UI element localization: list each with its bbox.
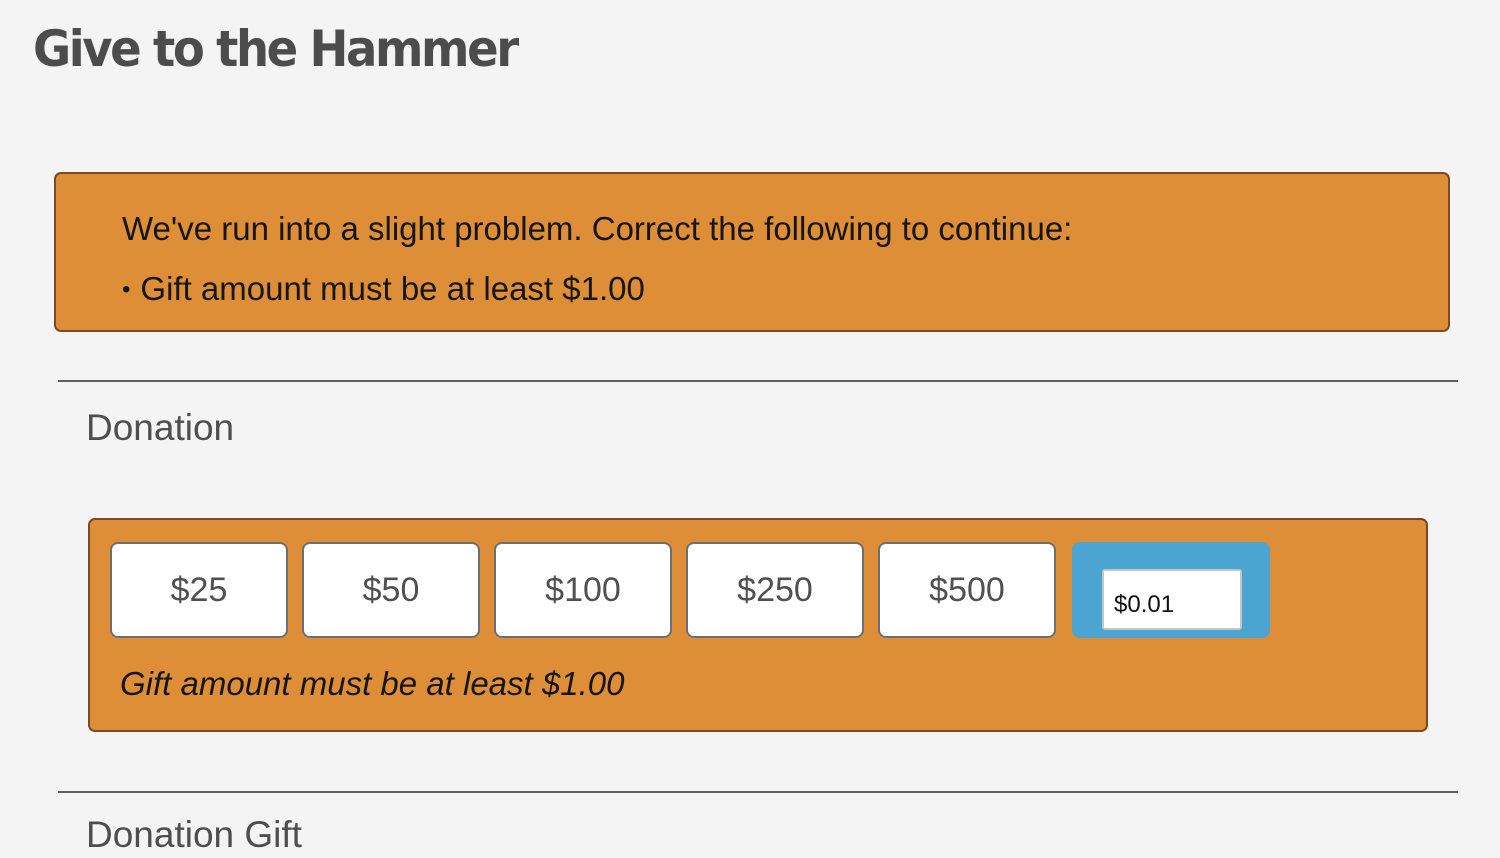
amount-option-250-button[interactable]: $250 [686,542,864,638]
amount-selector: $25 $50 $100 $250 $500 Gift amount must … [88,518,1428,732]
amount-option-500-button[interactable]: $500 [878,542,1056,638]
amount-option-100-button[interactable]: $100 [494,542,672,638]
error-summary-heading: We've run into a slight problem. Correct… [122,210,1073,247]
bullet-icon: • [122,276,131,303]
donation-gift-section-heading: Donation Gift [86,814,302,855]
error-summary-item-text: Gift amount must be at least $1.00 [140,270,645,307]
error-summary: We've run into a slight problem. Correct… [54,172,1450,332]
error-summary-list: • Gift amount must be at least $1.00 [122,269,1448,310]
page-title: Give to the Hammer [33,20,519,78]
section-divider [58,791,1458,793]
section-divider [58,380,1458,382]
amount-option-25-button[interactable]: $25 [110,542,288,638]
other-amount-option[interactable] [1072,542,1270,638]
amount-option-50-button[interactable]: $50 [302,542,480,638]
error-summary-item: • Gift amount must be at least $1.00 [122,269,1448,310]
other-amount-input[interactable] [1102,569,1242,630]
amount-field-error: Gift amount must be at least $1.00 [120,665,625,702]
donation-section-heading: Donation [86,407,235,448]
